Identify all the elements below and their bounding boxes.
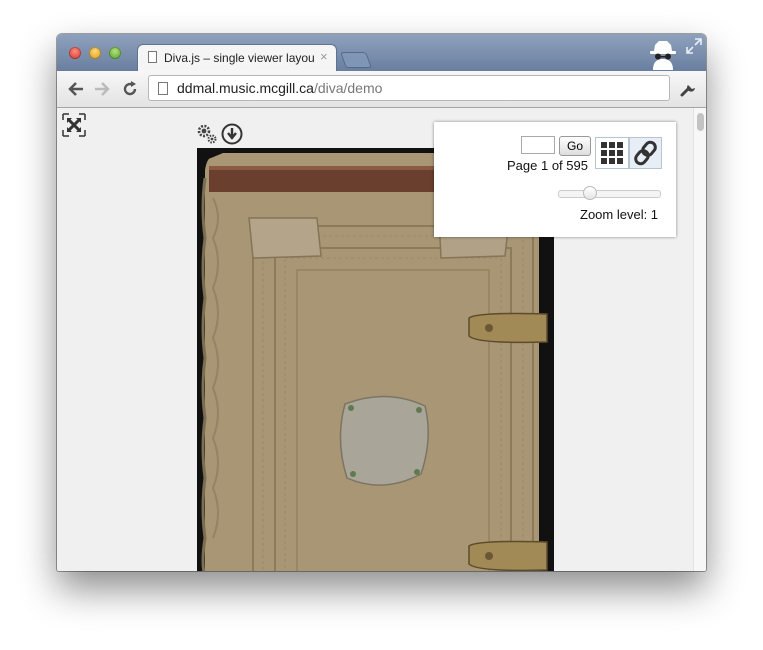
- zoom-slider[interactable]: [558, 186, 661, 200]
- back-arrow-icon[interactable]: [67, 80, 85, 98]
- viewer-tools-panel: Go Page 1 of 595 Zoom level: 1: [434, 122, 676, 237]
- settings-icon[interactable]: [197, 124, 217, 144]
- forward-arrow-icon[interactable]: [93, 80, 111, 98]
- scrollbar-thumb[interactable]: [697, 113, 704, 131]
- page-icon: [158, 82, 168, 95]
- tab-close-icon[interactable]: ×: [320, 49, 328, 64]
- zoom-level-label: Zoom level: 1: [580, 207, 659, 222]
- zoom-slider-handle[interactable]: [583, 186, 598, 200]
- minimize-window-button[interactable]: [89, 47, 101, 59]
- page-icon: [148, 51, 157, 63]
- url-text: ddmal.music.mcgill.ca/diva/demo: [177, 80, 382, 96]
- title-bar: Diva.js – single viewer layout ×: [57, 34, 706, 71]
- go-button[interactable]: Go: [559, 136, 591, 156]
- reload-icon[interactable]: [121, 80, 139, 98]
- browser-window: Diva.js – single viewer layout × ddmal.m…: [57, 34, 706, 571]
- link-button[interactable]: [629, 137, 662, 169]
- browser-toolbar: ddmal.music.mcgill.ca/diva/demo: [57, 71, 706, 108]
- grid-icon: [601, 142, 623, 164]
- tab-title: Diva.js – single viewer layout: [164, 51, 314, 65]
- url-path: /diva/demo: [313, 80, 383, 96]
- link-icon: [634, 140, 657, 166]
- new-tab-button[interactable]: [340, 52, 372, 68]
- close-window-button[interactable]: [69, 47, 81, 59]
- fullscreen-toggle-icon[interactable]: [62, 113, 86, 137]
- page-indicator: Page 1 of 595: [507, 158, 588, 173]
- download-icon[interactable]: [221, 123, 243, 145]
- diva-viewer: Go Page 1 of 595 Zoom level: 1: [57, 108, 706, 571]
- goto-page-input[interactable]: [521, 136, 555, 154]
- vertical-scrollbar[interactable]: [693, 108, 706, 571]
- incognito-icon: [650, 41, 676, 70]
- zoom-window-button[interactable]: [109, 47, 121, 59]
- url-host: ddmal.music.mcgill.ca: [177, 80, 314, 96]
- grid-view-button[interactable]: [595, 137, 629, 169]
- fullscreen-arrows-icon[interactable]: [685, 37, 703, 55]
- browser-tab[interactable]: Diva.js – single viewer layout ×: [137, 44, 337, 71]
- address-bar[interactable]: ddmal.music.mcgill.ca/diva/demo: [148, 75, 670, 101]
- wrench-icon[interactable]: [679, 80, 697, 98]
